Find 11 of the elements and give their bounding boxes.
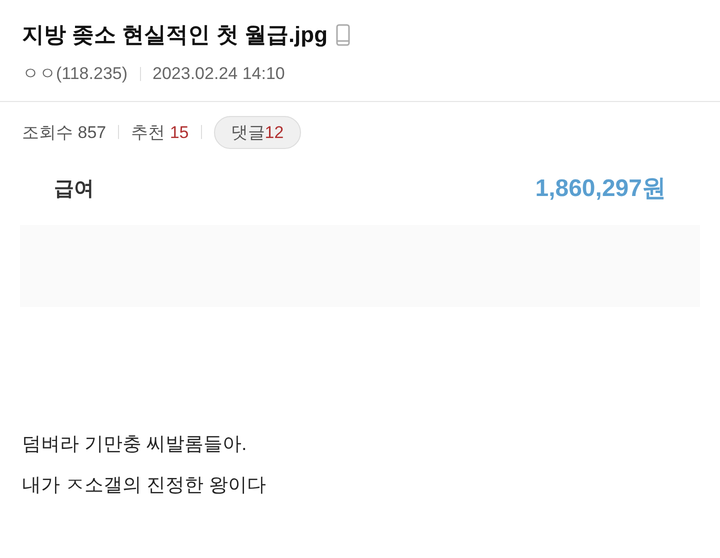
salary-amount: 1,860,297원 — [535, 174, 666, 204]
body-text: 내가 ㅈ소갤의 진정한 왕이다 — [22, 474, 267, 498]
post-title: 지방 좆소 현실적인 첫 월급.jpg — [22, 21, 328, 49]
view-count: 조회수 857 — [22, 122, 106, 144]
author[interactable]: ㅇㅇ(118.235) — [22, 61, 128, 86]
phone-icon — [336, 24, 350, 46]
post-date: 2023.02.24 14:10 — [152, 63, 285, 85]
body-text: 덤벼라 기만충 씨발롬들아. — [22, 433, 248, 457]
salary-label: 급여 — [54, 177, 94, 202]
recommend-count: 추천 15 — [131, 122, 189, 144]
comment-button[interactable]: 댓글12 — [214, 116, 301, 149]
